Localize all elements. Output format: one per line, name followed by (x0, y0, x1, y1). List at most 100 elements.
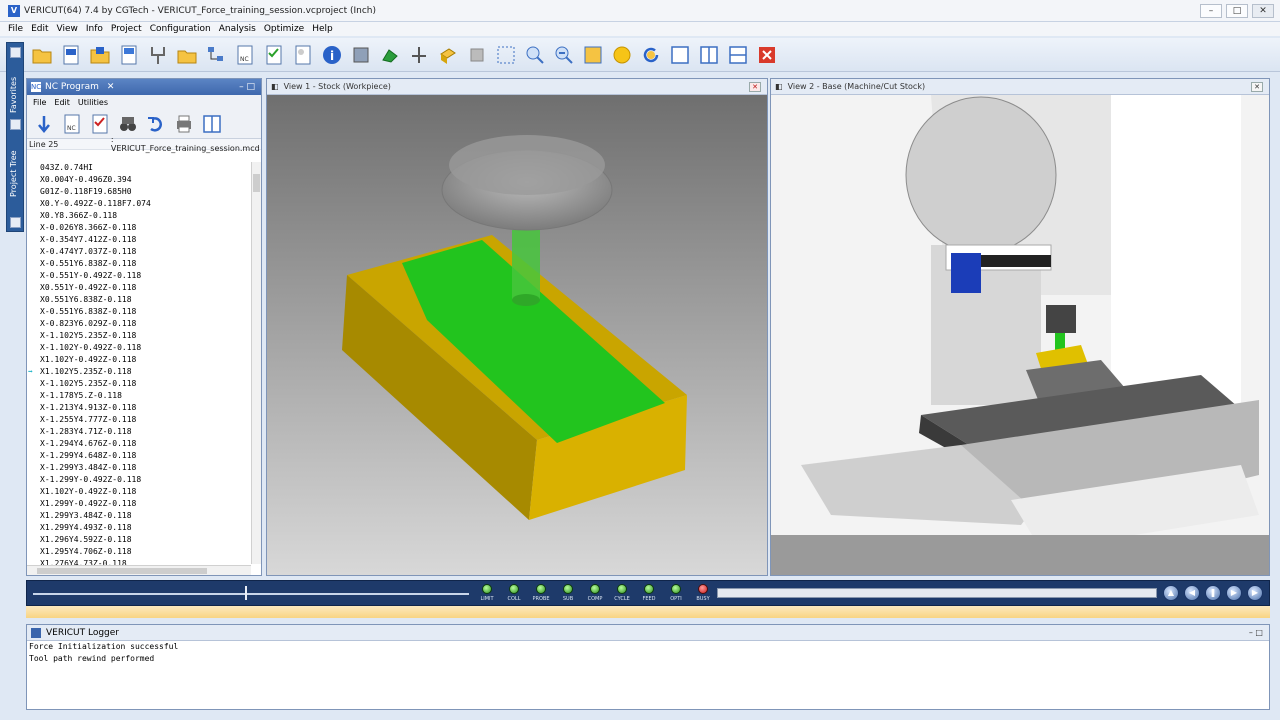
nc-program-button[interactable]: NC (233, 43, 257, 67)
nc-code-row[interactable]: X-0.823Y6.029Z-0.118 (27, 318, 251, 330)
menu-info[interactable]: Info (86, 24, 103, 34)
favorites-tab[interactable]: Favorites (9, 63, 23, 113)
menu-optimize[interactable]: Optimize (264, 24, 304, 34)
menu-analysis[interactable]: Analysis (219, 24, 256, 34)
single-view-button[interactable] (668, 43, 692, 67)
nc-code-row[interactable]: X-0.474Y7.037Z-0.118 (27, 246, 251, 258)
view-2-canvas[interactable] (771, 95, 1269, 575)
nc-code-row[interactable]: X0.Y-0.492Z-0.118F7.074 (27, 198, 251, 210)
project-tree-tab[interactable]: Project Tree (9, 137, 23, 197)
vc-project-button[interactable] (59, 43, 83, 67)
scroll-thumb[interactable] (37, 568, 207, 574)
nc-code-row[interactable]: X-0.551Y6.838Z-0.118 (27, 306, 251, 318)
nc-code-row[interactable]: 043Z.0.74HI (27, 162, 251, 174)
fit-view-button[interactable] (581, 43, 605, 67)
nc-code-row[interactable]: X-1.102Y-0.492Z-0.118 (27, 342, 251, 354)
zoom-window-button[interactable] (494, 43, 518, 67)
nc-menu-edit[interactable]: Edit (54, 98, 70, 107)
save-file-button[interactable] (117, 43, 141, 67)
nc-code-row[interactable]: X0.551Y6.838Z-0.118 (27, 294, 251, 306)
menu-configuration[interactable]: Configuration (150, 24, 211, 34)
nc-code-row[interactable]: X-0.551Y6.838Z-0.118 (27, 258, 251, 270)
print-button[interactable] (173, 113, 195, 135)
nc-check-button[interactable] (262, 43, 286, 67)
nc-code-row[interactable]: X1.295Y4.706Z-0.118 (27, 546, 251, 558)
nc-code-row[interactable]: X-1.213Y4.913Z-0.118 (27, 402, 251, 414)
machine-setup-button[interactable] (146, 43, 170, 67)
reset-view-button[interactable] (639, 43, 663, 67)
nc-code-row[interactable]: X-1.299Y4.648Z-0.118 (27, 450, 251, 462)
nc-code-row[interactable]: G01Z-0.118F19.685H0 (27, 186, 251, 198)
open-folder-button[interactable] (175, 43, 199, 67)
nc-menu-utilities[interactable]: Utilities (78, 98, 108, 107)
menu-file[interactable]: File (8, 24, 23, 34)
nc-code-row[interactable]: X-1.178Y5.Z-0.118 (27, 390, 251, 402)
menu-edit[interactable]: Edit (31, 24, 48, 34)
slider-thumb[interactable] (245, 586, 247, 600)
minimize-button[interactable]: – (1200, 4, 1222, 18)
menu-view[interactable]: View (57, 24, 78, 34)
logger-controls[interactable]: – □ (1249, 628, 1263, 637)
close-button[interactable]: ✕ (1252, 4, 1274, 18)
step-icon[interactable]: ▶ (1226, 585, 1242, 601)
play-icon[interactable]: ▶ (1247, 585, 1263, 601)
shade-button[interactable] (610, 43, 634, 67)
nc-code-row[interactable]: X-1.283Y4.71Z-0.118 (27, 426, 251, 438)
panel-controls[interactable]: – □ (239, 82, 255, 92)
open-project-button[interactable] (30, 43, 54, 67)
nc-code-row[interactable]: X1.102Y-0.492Z-0.118 (27, 354, 251, 366)
nc-menu-file[interactable]: File (33, 98, 46, 107)
animation-speed-slider[interactable] (33, 593, 469, 595)
view-2-close-icon[interactable]: ✕ (1251, 81, 1263, 92)
nc-check-button[interactable] (89, 113, 111, 135)
pause-icon[interactable]: ❚ (1205, 585, 1221, 601)
nc-code-row[interactable]: X0.004Y-0.496Z0.394 (27, 174, 251, 186)
view-1-canvas[interactable] (267, 95, 767, 575)
nc-horizontal-scrollbar[interactable] (27, 565, 251, 575)
nc-file-button[interactable]: NC (61, 113, 83, 135)
coordinate-button[interactable] (407, 43, 431, 67)
nc-code-row[interactable]: X-0.026Y8.366Z-0.118 (27, 222, 251, 234)
step-button[interactable] (33, 113, 55, 135)
maximize-button[interactable]: □ (1226, 4, 1248, 18)
close-icon[interactable]: ✕ (107, 82, 115, 92)
nc-code-row[interactable]: X-1.102Y5.235Z-0.118 (27, 378, 251, 390)
nc-code-row[interactable]: X-1.294Y4.676Z-0.118 (27, 438, 251, 450)
menu-help[interactable]: Help (312, 24, 333, 34)
nc-code-row[interactable]: X1.296Y4.592Z-0.118 (27, 534, 251, 546)
split-view-button[interactable] (201, 113, 223, 135)
view-1-close-icon[interactable]: ✕ (749, 81, 761, 92)
nc-code-row[interactable]: X-1.102Y5.235Z-0.118 (27, 330, 251, 342)
zoom-in-button[interactable] (523, 43, 547, 67)
nc-code-row[interactable]: X1.299Y3.484Z-0.118 (27, 510, 251, 522)
nc-review-button[interactable] (291, 43, 315, 67)
nc-code-row[interactable]: X1.299Y4.493Z-0.118 (27, 522, 251, 534)
nc-code-row[interactable]: X0.551Y-0.492Z-0.118 (27, 282, 251, 294)
nc-code-row[interactable]: X0.Y8.366Z-0.118 (27, 210, 251, 222)
nc-code-row[interactable]: X-1.299Y3.484Z-0.118 (27, 462, 251, 474)
nc-code-row[interactable]: X-1.255Y4.777Z-0.118 (27, 414, 251, 426)
split-horizontal-button[interactable] (726, 43, 750, 67)
save-project-button[interactable] (88, 43, 112, 67)
stock-button[interactable] (436, 43, 460, 67)
fixture-button[interactable] (465, 43, 489, 67)
nc-code-row[interactable]: X1.299Y-0.492Z-0.118 (27, 498, 251, 510)
scroll-thumb[interactable] (253, 174, 260, 192)
close-views-button[interactable] (755, 43, 779, 67)
zoom-out-button[interactable] (552, 43, 576, 67)
nc-code-row[interactable]: X-0.551Y-0.492Z-0.118 (27, 270, 251, 282)
pin-icon[interactable] (10, 119, 21, 130)
reset-icon[interactable]: ▲ (1163, 585, 1179, 601)
rewind-icon[interactable]: ◀ (1184, 585, 1200, 601)
menu-project[interactable]: Project (111, 24, 142, 34)
undo-button[interactable] (145, 113, 167, 135)
nc-code-row[interactable]: X-0.354Y7.412Z-0.118 (27, 234, 251, 246)
nc-code-row[interactable]: ➡ X1.102Y5.235Z-0.118 (27, 366, 251, 378)
find-button[interactable] (117, 113, 139, 135)
favorites-icon[interactable] (10, 47, 21, 58)
project-tree-button[interactable] (204, 43, 228, 67)
reset-model-button[interactable] (378, 43, 402, 67)
nc-code-row[interactable]: X-1.299Y-0.492Z-0.118 (27, 474, 251, 486)
split-vertical-button[interactable] (697, 43, 721, 67)
pin-icon[interactable] (10, 217, 21, 228)
